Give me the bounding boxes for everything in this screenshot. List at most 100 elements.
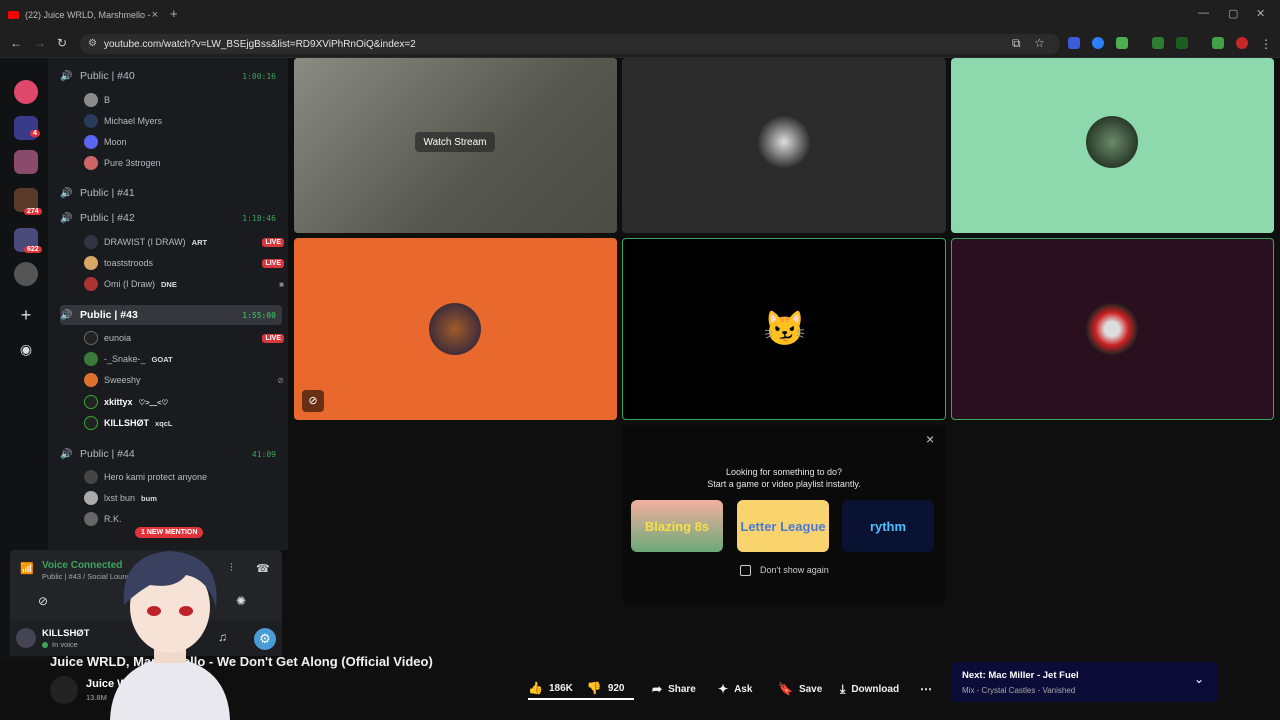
- extension-6-icon[interactable]: [1212, 37, 1224, 49]
- voice-user[interactable]: toaststroods LIVE: [84, 254, 284, 272]
- avatar: [84, 331, 98, 345]
- channel-avatar[interactable]: [50, 676, 78, 704]
- activity-card-blazing-8s[interactable]: Blazing 8s: [631, 500, 723, 552]
- explore-servers-icon[interactable]: ◉: [14, 338, 38, 362]
- more-actions-button[interactable]: ⋯: [920, 678, 938, 700]
- close-icon[interactable]: ×: [926, 431, 934, 447]
- voice-user[interactable]: Omi (I Draw) DNE ■: [84, 275, 284, 293]
- window-close-icon[interactable]: ✕: [1256, 7, 1265, 20]
- browser-tab[interactable]: (22) Juice WRLD, Marshmello - ×: [8, 4, 158, 26]
- speaker-icon: 🔊: [60, 187, 73, 199]
- bookmark-star-icon[interactable]: ☆: [1034, 36, 1045, 50]
- extension-3-icon[interactable]: [1116, 37, 1128, 49]
- up-next-panel[interactable]: Next: Mac Miller - Jet Fuel Mix - Crysta…: [952, 662, 1218, 702]
- user-tag: bum: [141, 493, 157, 503]
- watch-stream-button[interactable]: Watch Stream: [415, 132, 495, 152]
- forward-icon[interactable]: →: [34, 36, 46, 50]
- download-label: Download: [851, 683, 900, 695]
- avatar: [84, 373, 98, 387]
- dont-show-again-label: Don't show again: [760, 565, 829, 575]
- new-tab-button[interactable]: +: [170, 6, 178, 21]
- extension-1-icon[interactable]: [1068, 37, 1080, 49]
- activity-card-rythm[interactable]: rythm: [842, 500, 934, 552]
- signal-icon: 📶: [20, 563, 34, 575]
- voice-channel-44[interactable]: 🔊 Public | #44 41:09: [60, 444, 282, 464]
- like-button[interactable]: 👍 186K 👎 920: [528, 678, 634, 700]
- profile-avatar[interactable]: [1236, 37, 1248, 49]
- voice-user[interactable]: Pure 3strogen: [84, 154, 284, 172]
- camera-off-icon[interactable]: ⊘: [38, 594, 48, 608]
- reload-icon[interactable]: ↻: [57, 36, 67, 50]
- user-name: eunoia: [104, 333, 132, 343]
- participant-tile[interactable]: [951, 58, 1274, 233]
- voice-user[interactable]: lxst bun bum: [84, 489, 284, 507]
- avatar: [84, 352, 98, 366]
- new-mention-pill[interactable]: 1 NEW MENTION: [135, 527, 204, 538]
- voice-user[interactable]: xkittyx ♡>﹏<♡: [84, 393, 284, 411]
- avatar: [84, 135, 98, 149]
- server-icon-1[interactable]: [14, 80, 38, 104]
- participant-tile-speaking[interactable]: [951, 238, 1274, 420]
- ask-button[interactable]: ✦ Ask: [718, 678, 752, 700]
- server-folder-1[interactable]: [14, 150, 38, 174]
- share-label: Share: [668, 683, 696, 695]
- server-icon-3[interactable]: [14, 262, 38, 286]
- voice-channel-41[interactable]: 🔊 Public | #41: [60, 183, 282, 203]
- maximize-icon[interactable]: ▢: [1228, 7, 1238, 20]
- voice-user[interactable]: Sweeshy ⊘: [84, 371, 284, 389]
- vtuber-eye-left: [147, 606, 161, 616]
- dont-show-again-checkbox[interactable]: [740, 565, 751, 576]
- current-user-status: In voice: [52, 640, 78, 649]
- site-info-icon[interactable]: ⚙: [88, 38, 97, 49]
- save-label: Save: [798, 683, 823, 695]
- avatar: [84, 512, 98, 526]
- participant-tile[interactable]: [622, 58, 946, 233]
- thumbs-down-icon[interactable]: 👎: [587, 681, 602, 695]
- extension-4-icon[interactable]: [1152, 37, 1164, 49]
- browser-menu-icon[interactable]: ⋮: [1260, 37, 1272, 51]
- extension-2-icon[interactable]: [1092, 37, 1104, 49]
- participant-tile[interactable]: ⊘: [294, 238, 617, 420]
- user-name: Michael Myers: [104, 116, 163, 126]
- popup-heading: Looking for something to do?: [725, 467, 843, 477]
- channel-name: Public | #41: [80, 187, 135, 199]
- voice-user[interactable]: R.K.: [84, 510, 284, 528]
- avatar[interactable]: [16, 628, 36, 648]
- vtuber-eye-right: [179, 606, 193, 616]
- minimize-icon[interactable]: —: [1198, 7, 1209, 19]
- participant-tile-speaking[interactable]: 😼: [622, 238, 946, 420]
- tab-close-icon[interactable]: ×: [152, 9, 158, 21]
- voice-user[interactable]: -_Snake-_ GOAT: [84, 350, 284, 368]
- voice-channel-40[interactable]: 🔊 Public | #40 1:00:16: [60, 66, 282, 86]
- avatar: [1086, 116, 1138, 168]
- voice-user[interactable]: eunoia LIVE: [84, 329, 284, 347]
- voice-user[interactable]: B: [84, 91, 284, 109]
- add-server-icon[interactable]: +: [14, 304, 38, 328]
- share-button[interactable]: ➦ Share: [652, 678, 696, 700]
- user-tag: ART: [191, 237, 208, 247]
- voice-user[interactable]: DRAWIST (I DRAW) ART LIVE: [84, 233, 284, 251]
- save-button[interactable]: 🔖 Save: [778, 678, 822, 700]
- extension-5-icon[interactable]: [1176, 37, 1188, 49]
- back-icon[interactable]: ←: [10, 36, 22, 50]
- voice-channel-43[interactable]: 🔊 Public | #43 1:55:00: [60, 305, 282, 325]
- live-badge: LIVE: [262, 333, 284, 343]
- voice-user[interactable]: Hero kami protect anyone: [84, 468, 284, 486]
- next-video-title: Next: Mac Miller - Jet Fuel: [962, 670, 1079, 681]
- settings-gear-icon[interactable]: ⚙: [254, 628, 276, 650]
- cast-icon[interactable]: ⧉: [1012, 36, 1021, 51]
- voice-user[interactable]: KILLSHØT xqcL: [84, 414, 284, 432]
- channel-name: Public | #43: [80, 309, 138, 321]
- voice-user[interactable]: Michael Myers: [84, 112, 284, 130]
- download-button[interactable]: ⤓ Download: [840, 678, 899, 700]
- disconnect-icon[interactable]: ☎: [256, 562, 270, 575]
- url-field[interactable]: ⚙ youtube.com/watch?v=LW_BSEjgBss&list=R…: [80, 34, 1060, 54]
- user-tag: DNE: [161, 279, 177, 289]
- chevron-down-icon[interactable]: ⌄: [1194, 672, 1204, 686]
- voice-user[interactable]: Moon: [84, 133, 284, 151]
- activity-card-letter-league[interactable]: Letter League: [737, 500, 829, 552]
- url-text: youtube.com/watch?v=LW_BSEjgBss&list=RD9…: [104, 38, 416, 50]
- mic-muted-icon: ⊘: [302, 390, 324, 412]
- voice-channel-42[interactable]: 🔊 Public | #42 1:18:46: [60, 208, 282, 228]
- voice-channel-list: 🔊 Public | #40 1:00:16 B Michael Myers M…: [48, 58, 288, 550]
